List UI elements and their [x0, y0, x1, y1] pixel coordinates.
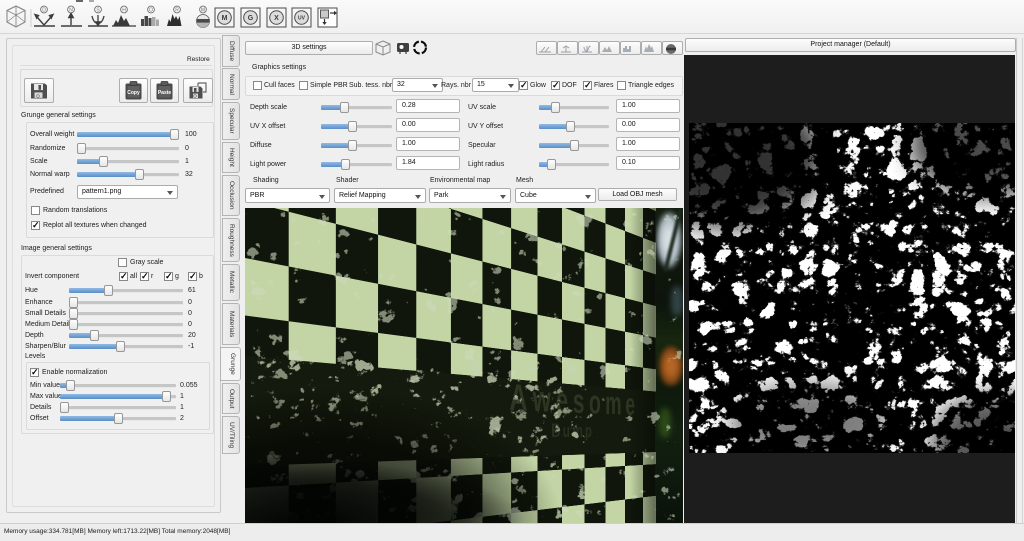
svg-text:O: O — [193, 94, 197, 99]
svg-text:UV: UV — [298, 15, 306, 21]
svg-text:G: G — [248, 15, 254, 22]
svg-text:X: X — [274, 15, 279, 22]
svg-text:M: M — [201, 8, 205, 14]
svg-text:O: O — [149, 8, 153, 14]
svg-text:Paste: Paste — [158, 90, 172, 96]
svg-text:Copy: Copy — [127, 90, 140, 96]
svg-text:R: R — [175, 8, 179, 14]
svg-text:O: O — [36, 94, 40, 99]
svg-text:D: D — [42, 8, 46, 14]
svg-text:H: H — [122, 8, 126, 14]
svg-text:M: M — [222, 15, 228, 22]
